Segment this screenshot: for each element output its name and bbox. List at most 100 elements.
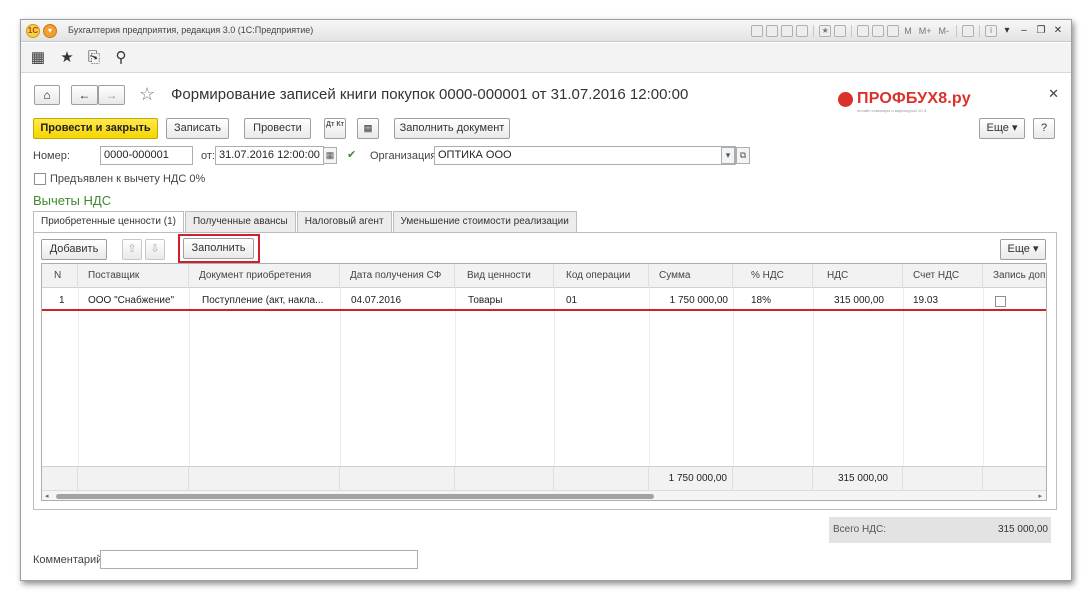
brand-mark-icon bbox=[838, 92, 853, 107]
link-icon[interactable] bbox=[781, 25, 794, 37]
brand-logo: ПРОФБУХ8.ру онлайн семинары и видеокурсы… bbox=[838, 90, 978, 116]
calculator-icon[interactable] bbox=[857, 25, 870, 37]
column-header-extra-record[interactable]: Запись доп bbox=[983, 264, 1046, 288]
calendar-picker-icon[interactable]: ▦ bbox=[323, 147, 337, 164]
column-header-vat-rate[interactable]: % НДС bbox=[733, 264, 813, 288]
column-divider bbox=[813, 288, 814, 466]
tab-tax-agent[interactable]: Налоговый агент bbox=[296, 211, 392, 232]
footer-sum: 1 750 000,00 bbox=[649, 467, 733, 491]
clip-icon[interactable] bbox=[796, 25, 809, 37]
column-divider bbox=[903, 288, 904, 466]
column-header-supplier[interactable]: Поставщик bbox=[78, 264, 189, 288]
column-divider bbox=[189, 288, 190, 466]
column-divider bbox=[340, 288, 341, 466]
footer-cell bbox=[189, 467, 340, 491]
dt-kt-report-button[interactable]: Дт Кт bbox=[324, 118, 346, 139]
history-icon[interactable] bbox=[834, 25, 847, 37]
fill-document-button[interactable]: Заполнить документ bbox=[394, 118, 510, 139]
column-header-document[interactable]: Документ приобретения bbox=[189, 264, 340, 288]
organization-status-icon: ✔ bbox=[347, 149, 357, 161]
highlight-row-underline bbox=[42, 309, 1046, 311]
minimize-icon[interactable]: – bbox=[1017, 24, 1031, 38]
form-close-icon[interactable]: ✕ bbox=[1048, 86, 1059, 102]
comment-field[interactable] bbox=[100, 550, 418, 569]
back-button[interactable]: ← bbox=[71, 85, 98, 105]
messages-icon[interactable] bbox=[887, 25, 900, 37]
column-header-sum[interactable]: Сумма bbox=[649, 264, 733, 288]
column-divider bbox=[983, 288, 984, 466]
memory-m-button[interactable]: M bbox=[902, 26, 914, 36]
tab-received-advances[interactable]: Полученные авансы bbox=[184, 211, 296, 232]
tab-sales-cost-reduction[interactable]: Уменьшение стоимости реализации bbox=[392, 211, 577, 232]
footer-cell bbox=[42, 467, 78, 491]
search-icon[interactable]: ⚲ bbox=[112, 49, 130, 67]
table-more-button[interactable]: Еще ▾ bbox=[1000, 239, 1046, 260]
title-bar: 1С ▾ Бухгалтерия предприятия, редакция 3… bbox=[21, 20, 1071, 42]
scroll-thumb[interactable] bbox=[56, 494, 654, 499]
tab-acquired-values[interactable]: Приобретенные ценности (1) bbox=[33, 211, 184, 233]
separator bbox=[956, 25, 957, 37]
column-header-vat-account[interactable]: Счет НДС bbox=[903, 264, 983, 288]
table-more-label: Еще bbox=[1007, 243, 1030, 255]
main-menu-icon[interactable]: ▾ bbox=[43, 24, 57, 38]
window-title: Бухгалтерия предприятия, редакция 3.0 (1… bbox=[68, 25, 314, 35]
acquired-values-table: N Поставщик Документ приобретения Дата п… bbox=[41, 263, 1047, 501]
dropdown-chevron-icon[interactable]: ▾ bbox=[721, 147, 735, 164]
open-organization-icon[interactable]: ⧉ bbox=[736, 147, 750, 164]
horizontal-scrollbar[interactable]: ◂ ▸ bbox=[42, 490, 1046, 500]
print-icon[interactable] bbox=[766, 25, 779, 37]
section-title: Вычеты НДС bbox=[33, 193, 112, 208]
footer-cell bbox=[983, 467, 1046, 491]
extra-record-checkbox[interactable] bbox=[995, 296, 1006, 307]
panel-layout-icon[interactable] bbox=[962, 25, 974, 37]
footer-cell bbox=[340, 467, 455, 491]
history-icon[interactable]: ⎘ bbox=[85, 49, 103, 67]
column-divider bbox=[554, 288, 555, 466]
help-button[interactable]: ? bbox=[1033, 118, 1055, 139]
favorites-star-icon[interactable]: ★ bbox=[819, 25, 832, 37]
vat0-checkbox[interactable] bbox=[34, 173, 46, 185]
memory-m-minus-button[interactable]: M- bbox=[937, 26, 952, 36]
highlight-fill-button bbox=[178, 234, 260, 263]
footer-cell bbox=[455, 467, 554, 491]
date-field[interactable]: 31.07.2016 12:00:00 bbox=[215, 146, 324, 165]
favorite-star-icon[interactable]: ☆ bbox=[139, 84, 155, 105]
organization-field[interactable]: ОПТИКА ООО bbox=[434, 146, 736, 165]
home-button[interactable]: ⌂ bbox=[34, 85, 60, 105]
save-button[interactable]: Записать bbox=[166, 118, 229, 139]
calendar-icon[interactable] bbox=[872, 25, 885, 37]
separator bbox=[851, 25, 853, 37]
brand-subtitle: онлайн семинары и видеокурсы 1С 8 bbox=[857, 108, 927, 113]
more-button[interactable]: Еще ▾ bbox=[979, 118, 1025, 139]
number-label: Номер: bbox=[33, 150, 70, 162]
close-icon[interactable]: ✕ bbox=[1051, 24, 1065, 38]
column-header-invoice-date[interactable]: Дата получения СФ bbox=[340, 264, 455, 288]
chevron-down-icon[interactable]: ▾ bbox=[1000, 24, 1014, 38]
column-header-n[interactable]: N bbox=[42, 264, 78, 288]
column-divider bbox=[649, 288, 650, 466]
document-print-button[interactable]: ▤ bbox=[357, 118, 379, 139]
column-header-value-kind[interactable]: Вид ценности bbox=[455, 264, 554, 288]
info-icon[interactable]: i bbox=[985, 25, 997, 37]
number-field[interactable]: 0000-000001 bbox=[100, 146, 193, 165]
favorites-star-icon[interactable]: ★ bbox=[58, 49, 76, 67]
move-down-button[interactable]: ⇩ bbox=[145, 239, 165, 260]
add-button[interactable]: Добавить bbox=[41, 239, 107, 260]
forward-button[interactable]: → bbox=[98, 85, 125, 105]
memory-m-plus-button[interactable]: M+ bbox=[917, 26, 934, 36]
total-vat-panel: Всего НДС: 315 000,00 bbox=[829, 517, 1051, 543]
scroll-left-icon[interactable]: ◂ bbox=[45, 491, 49, 500]
restore-icon[interactable]: ❐ bbox=[1034, 24, 1048, 38]
post-and-close-button[interactable]: Провести и закрыть bbox=[33, 118, 158, 139]
scroll-right-icon[interactable]: ▸ bbox=[1038, 491, 1042, 500]
sections-grid-icon[interactable]: ▦ bbox=[29, 49, 47, 67]
total-vat-label: Всего НДС: bbox=[833, 524, 886, 535]
move-up-button[interactable]: ⇧ bbox=[122, 239, 142, 260]
column-header-vat[interactable]: НДС bbox=[813, 264, 903, 288]
vat0-label: Предъявлен к вычету НДС 0% bbox=[50, 173, 206, 185]
post-button[interactable]: Провести bbox=[244, 118, 311, 139]
save-icon[interactable] bbox=[751, 25, 764, 37]
column-header-operation-code[interactable]: Код операции bbox=[554, 264, 649, 288]
table-footer: 1 750 000,00 315 000,00 bbox=[42, 466, 1046, 491]
app-toolbar: ▦ ★ ⎘ ⚲ bbox=[21, 43, 1071, 73]
